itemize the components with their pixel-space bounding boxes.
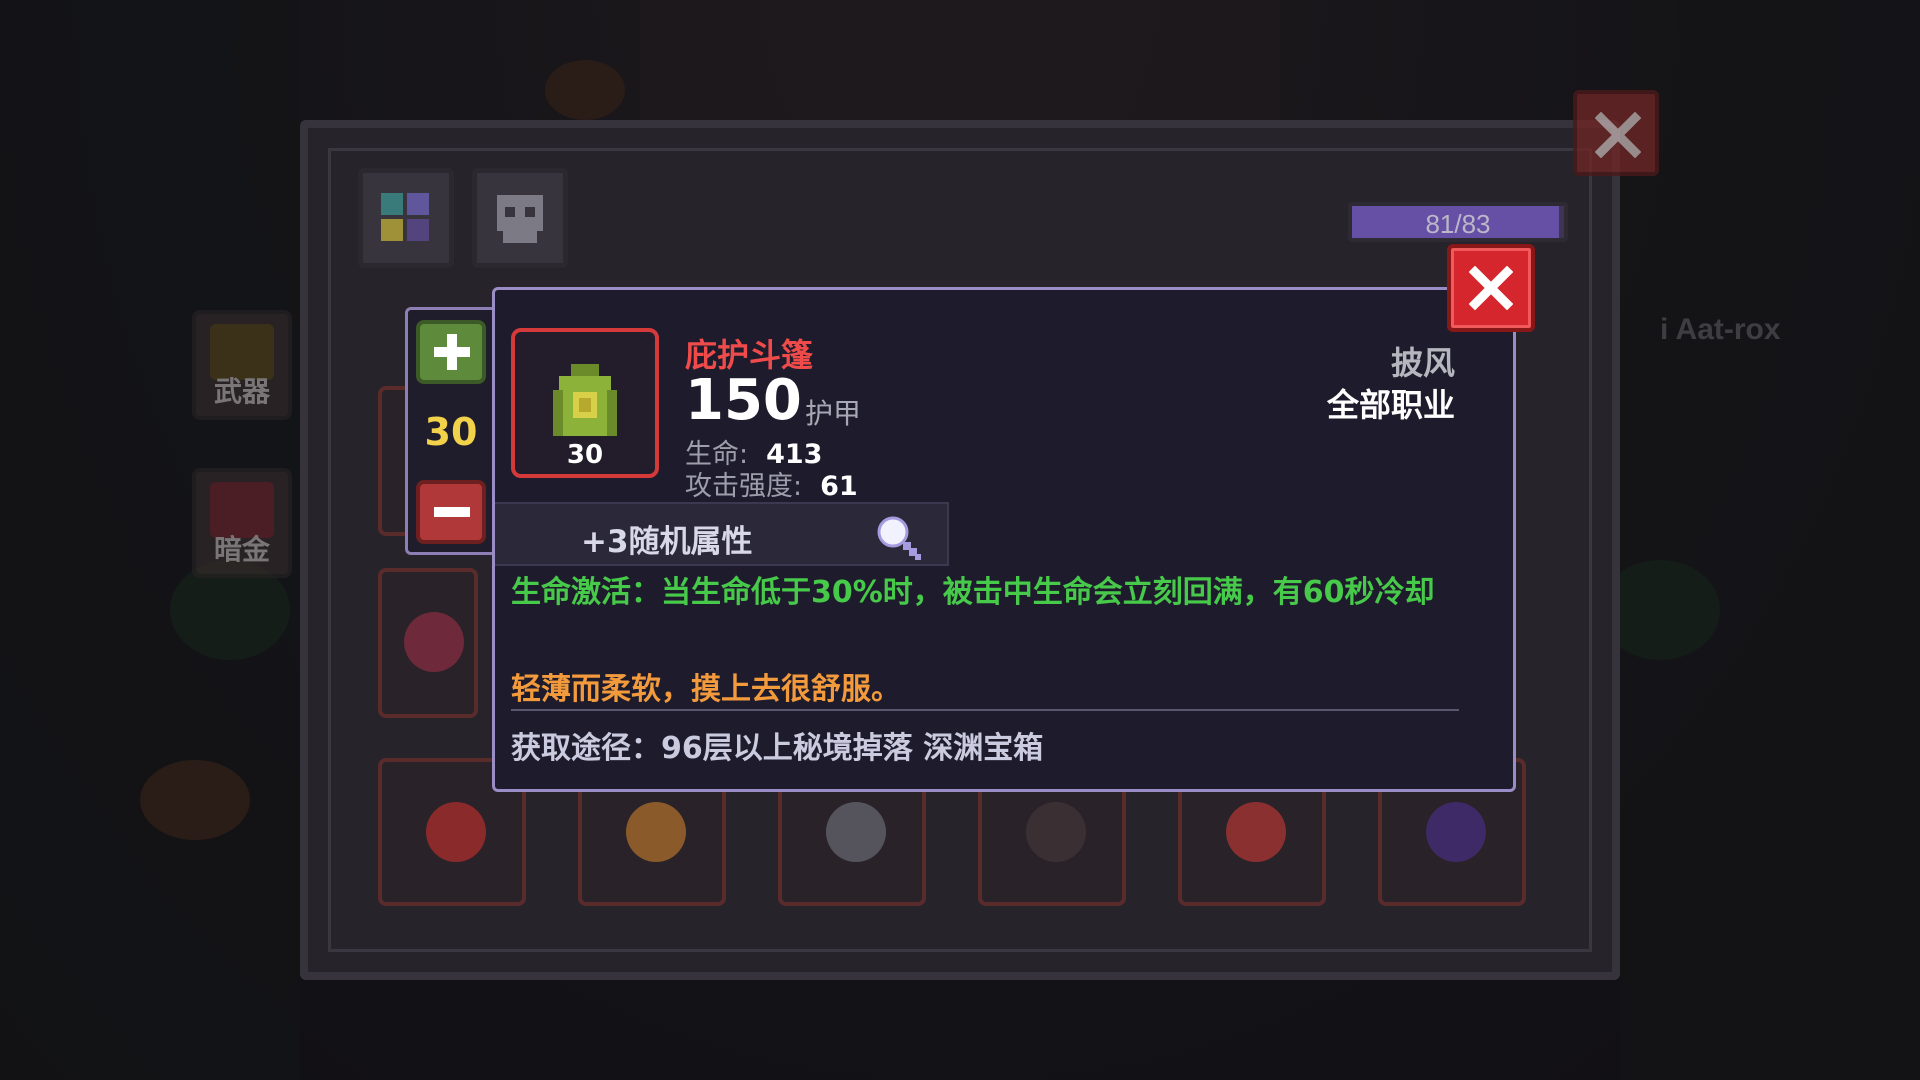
plus-icon (434, 334, 470, 370)
dark-gold-label: 暗金 (213, 533, 270, 566)
level-increase-button[interactable] (416, 320, 486, 384)
necklace-icon (626, 802, 686, 862)
armor-value: 150 (685, 368, 802, 433)
item-icon-frame: 30 (511, 328, 659, 478)
weapon-label: 武器 (213, 375, 270, 408)
inventory-capacity-bar: 81/83 (1348, 202, 1568, 242)
tab-skull[interactable] (472, 168, 568, 268)
class-restriction: 全部职业 (1326, 386, 1455, 424)
capacity-text: 81/83 (1425, 209, 1491, 239)
grid-tab-icon (381, 193, 429, 241)
item-type: 披风 (1390, 344, 1455, 382)
divider (511, 709, 1459, 711)
level-stepper: 30 (405, 307, 497, 555)
stat-label: 攻击强度: (685, 471, 803, 502)
tooltip-close-button[interactable] (1447, 244, 1535, 332)
random-attributes-label: +3随机属性 (581, 524, 753, 560)
necklace-icon (426, 802, 486, 862)
acquisition-source: 获取途径：96层以上秘境掉落 深渊宝箱 (511, 731, 1044, 766)
item-tooltip: 30 庇护斗篷 150 护甲 生命: 413 攻击强度: 61 披风 全部职业 +3… (492, 287, 1516, 792)
necklace-icon (826, 802, 886, 862)
panel-close-button[interactable] (1573, 90, 1659, 176)
stat-value: 61 (820, 471, 858, 502)
armor-label: 护甲 (805, 397, 862, 430)
cloak-icon (553, 364, 617, 436)
demon-icon (404, 612, 464, 672)
minus-icon (434, 507, 470, 517)
close-icon (1469, 266, 1513, 310)
item-slot[interactable] (378, 568, 478, 718)
effect-description: 生命激活：当生命低于30%时，被击中生命会立刻回满，有60秒冷却 (511, 575, 1435, 610)
stat-attack: 攻击强度: 61 (685, 464, 858, 503)
magnifier-icon[interactable] (875, 514, 925, 562)
dark-gold-button[interactable]: 暗金 (192, 468, 292, 578)
necklace-icon (1026, 802, 1086, 862)
level-value: 30 (424, 410, 478, 454)
close-icon (1595, 112, 1641, 158)
random-attributes-row[interactable]: +3随机属性 (495, 502, 949, 566)
item-level: 30 (566, 440, 604, 470)
necklace-icon (1226, 802, 1286, 862)
necklace-icon (1426, 802, 1486, 862)
flavor-text: 轻薄而柔软，摸上去很舒服。 (511, 672, 901, 707)
level-decrease-button[interactable] (416, 480, 486, 544)
weapon-button[interactable]: 武器 (192, 310, 292, 420)
skull-tab-icon (497, 195, 543, 243)
tab-grid[interactable] (358, 168, 454, 268)
